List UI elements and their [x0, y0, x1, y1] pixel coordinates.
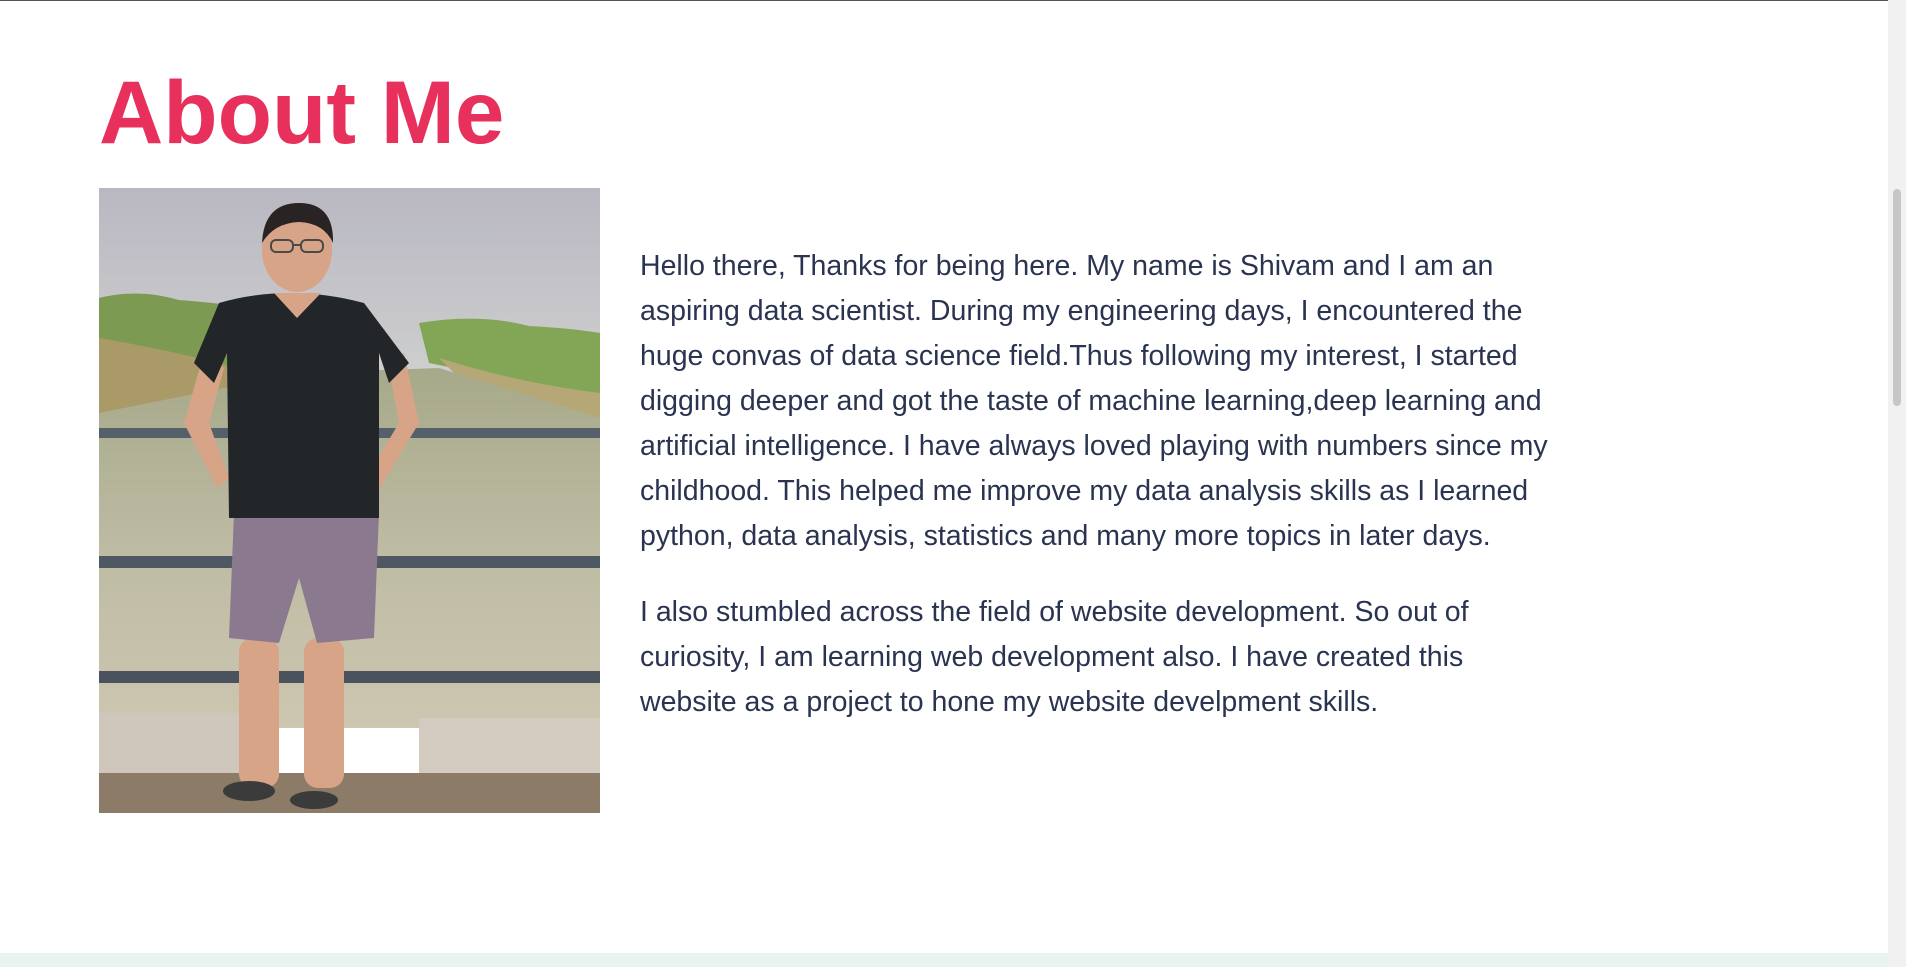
about-bio: Hello there, Thanks for being here. My n…	[640, 244, 1550, 756]
about-section: About Me Hello there, Thanks for being h…	[0, 0, 1888, 953]
bio-paragraph-intro: Hello there, Thanks for being here. My n…	[640, 250, 1548, 552]
section-title: About Me	[99, 62, 505, 162]
bio-paragraph-webdev: I also stumbled across the field of webs…	[640, 596, 1469, 718]
profile-photo	[99, 188, 600, 813]
scrollbar-thumb[interactable]	[1893, 189, 1901, 406]
page-scrollbar[interactable]	[1888, 0, 1906, 967]
page: About Me Hello there, Thanks for being h…	[0, 0, 1906, 967]
next-section-edge	[0, 953, 1888, 967]
